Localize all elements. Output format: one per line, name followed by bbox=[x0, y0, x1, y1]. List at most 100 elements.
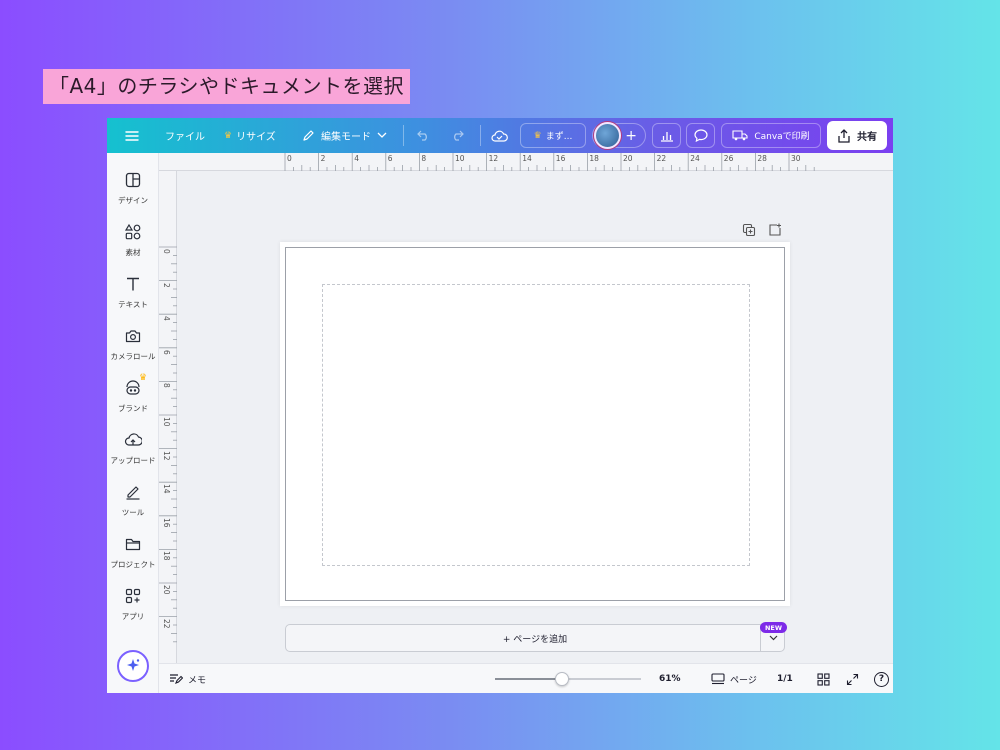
new-badge: NEW bbox=[760, 622, 787, 633]
apps-icon bbox=[125, 588, 141, 604]
trial-button[interactable]: ♛ まず... bbox=[520, 123, 586, 148]
ruler-label: 30 bbox=[791, 154, 801, 163]
ruler-label: 8 bbox=[162, 383, 171, 389]
sparkle-icon bbox=[127, 659, 140, 671]
resize-label: リサイズ bbox=[236, 132, 276, 143]
sidebar-item-apps[interactable]: アプリ bbox=[107, 579, 159, 627]
top-toolbar: ファイル ♛ リサイズ 編集モード ♛ まず... + Canvaで印刷 共有 bbox=[107, 118, 893, 153]
notes-icon bbox=[170, 674, 183, 684]
ruler-label: 2 bbox=[162, 282, 171, 288]
ruler-label: 12 bbox=[162, 450, 171, 461]
camera-icon bbox=[125, 330, 141, 343]
pages-label: ページ bbox=[730, 675, 757, 686]
menu-button[interactable] bbox=[125, 118, 139, 153]
instruction-caption: 「A4」のチラシやドキュメントを選択 bbox=[43, 69, 411, 104]
ruler-label: 16 bbox=[555, 154, 566, 163]
sidebar-item-label: デザイン bbox=[118, 196, 148, 205]
safe-area-guide bbox=[322, 284, 750, 566]
sidebar-item-camera-roll[interactable]: カメラロール bbox=[107, 319, 159, 367]
add-page-top-button[interactable] bbox=[768, 222, 782, 236]
add-page-icon bbox=[769, 223, 781, 236]
sidebar-item-label: テキスト bbox=[118, 300, 148, 309]
add-page-label: + ページを追加 bbox=[502, 634, 568, 645]
file-menu[interactable]: ファイル bbox=[165, 118, 205, 153]
grid-view-button[interactable] bbox=[817, 664, 830, 693]
toolbar-divider bbox=[480, 125, 481, 146]
left-sidebar: デザイン 素材 テキスト カメラロール ♛ ブランド アップロード ツール プロ… bbox=[107, 153, 159, 693]
ruler-label: 6 bbox=[162, 349, 171, 355]
resize-button[interactable]: ♛ リサイズ bbox=[224, 118, 276, 153]
cloud-save-button[interactable] bbox=[491, 118, 508, 153]
sidebar-item-text[interactable]: テキスト bbox=[107, 267, 159, 315]
upload-icon bbox=[124, 433, 142, 446]
share-icon bbox=[838, 128, 850, 143]
ruler-label: 14 bbox=[522, 154, 532, 163]
sidebar-item-upload[interactable]: アップロード bbox=[107, 423, 159, 471]
sidebar-item-design[interactable]: デザイン bbox=[107, 163, 159, 211]
duplicate-icon bbox=[742, 223, 756, 237]
bottom-bar: メモ 61% ページ 1/1 ? bbox=[159, 663, 893, 693]
expand-icon bbox=[846, 673, 859, 685]
crown-icon: ♛ bbox=[224, 130, 233, 141]
ruler-label: 16 bbox=[162, 517, 171, 528]
fullscreen-button[interactable] bbox=[846, 664, 859, 693]
pages-button[interactable]: ページ bbox=[711, 664, 757, 693]
elements-icon bbox=[124, 223, 141, 240]
comment-icon bbox=[693, 129, 708, 142]
ruler-label: 4 bbox=[162, 316, 171, 321]
pencil-icon bbox=[303, 130, 314, 141]
ruler-label: 24 bbox=[690, 154, 700, 163]
zoom-value[interactable]: 61% bbox=[659, 664, 681, 693]
ruler-label: 0 bbox=[287, 154, 292, 163]
pages-icon bbox=[711, 673, 725, 685]
duplicate-page-button[interactable] bbox=[742, 222, 756, 237]
ruler-label: 18 bbox=[589, 154, 599, 163]
edit-mode-label: 編集モード bbox=[321, 132, 371, 143]
ruler-label: 20 bbox=[623, 154, 633, 163]
ruler-label: 0 bbox=[162, 249, 171, 254]
comment-button[interactable] bbox=[686, 123, 715, 148]
notes-button[interactable]: メモ bbox=[169, 664, 206, 693]
sidebar-item-label: アップロード bbox=[110, 456, 156, 465]
help-button[interactable]: ? bbox=[874, 664, 889, 693]
sidebar-item-label: プロジェクト bbox=[110, 560, 156, 569]
ruler-label: 6 bbox=[387, 154, 393, 163]
avatar[interactable] bbox=[594, 122, 621, 149]
print-with-canva-button[interactable]: Canvaで印刷 bbox=[721, 123, 821, 148]
ruler-label: 10 bbox=[455, 154, 465, 163]
ruler-label: 18 bbox=[162, 551, 171, 561]
crown-icon: ♛ bbox=[139, 373, 148, 383]
sidebar-item-tools[interactable]: ツール bbox=[107, 475, 159, 523]
page-count: 1/1 bbox=[777, 674, 793, 684]
page-border bbox=[285, 247, 785, 601]
chevron-down-icon bbox=[377, 132, 387, 138]
insights-button[interactable] bbox=[652, 123, 681, 148]
bar-chart-icon bbox=[660, 131, 673, 142]
add-page-button[interactable]: + ページを追加 bbox=[285, 624, 785, 652]
share-button[interactable]: 共有 bbox=[827, 121, 887, 150]
trial-label: まず... bbox=[545, 132, 573, 142]
notes-label: メモ bbox=[188, 675, 207, 686]
sidebar-item-projects[interactable]: プロジェクト bbox=[107, 527, 159, 575]
redo-button[interactable] bbox=[450, 118, 464, 153]
ruler-label: 20 bbox=[162, 585, 171, 595]
grid-icon bbox=[817, 672, 830, 686]
zoom-slider-thumb[interactable] bbox=[555, 672, 570, 686]
magic-assistant-button[interactable] bbox=[117, 650, 149, 682]
zoom-slider[interactable] bbox=[495, 672, 641, 686]
ruler-label: 26 bbox=[723, 154, 734, 163]
edit-mode-dropdown[interactable]: 編集モード bbox=[302, 118, 387, 153]
canva-editor: ファイル ♛ リサイズ 編集モード ♛ まず... + Canvaで印刷 共有 … bbox=[107, 118, 893, 693]
share-label: 共有 bbox=[857, 132, 877, 143]
design-page[interactable] bbox=[280, 242, 790, 606]
redo-icon bbox=[454, 130, 464, 141]
ruler-horizontal: 0 2 4 6 8 10 12 14 16 18 20 22 24 26 28 30 bbox=[159, 153, 893, 171]
tools-icon bbox=[126, 486, 140, 500]
folder-icon bbox=[125, 538, 141, 551]
undo-button[interactable] bbox=[417, 118, 431, 153]
chevron-down-icon bbox=[769, 635, 777, 641]
sidebar-item-elements[interactable]: 素材 bbox=[107, 215, 159, 263]
print-label: Canvaで印刷 bbox=[754, 132, 810, 142]
sidebar-item-label: カメラロール bbox=[110, 352, 156, 361]
sidebar-item-brand[interactable]: ♛ ブランド bbox=[107, 371, 159, 419]
